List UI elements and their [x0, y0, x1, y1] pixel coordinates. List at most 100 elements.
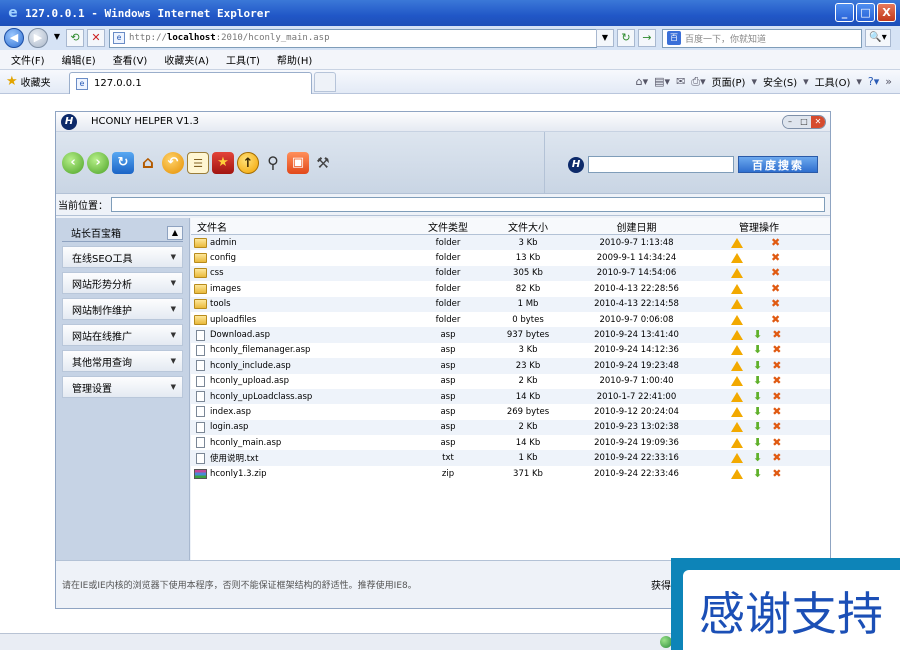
app-maximize-button[interactable]: □ — [797, 116, 811, 128]
file-name-cell[interactable]: uploadfiles — [191, 314, 419, 325]
rename-warning-icon[interactable] — [731, 376, 743, 387]
delete-icon[interactable]: ✖ — [772, 344, 781, 355]
file-name[interactable]: Download.asp — [210, 330, 270, 340]
delete-icon[interactable]: ✖ — [771, 314, 780, 325]
delete-icon[interactable]: ✖ — [772, 468, 781, 479]
go-button[interactable]: → — [638, 29, 656, 47]
rename-warning-icon[interactable] — [731, 453, 743, 464]
file-name[interactable]: css — [210, 268, 224, 278]
table-row[interactable]: admin folder 3 Kb 2010-9-7 1:13:48 ✖ — [191, 235, 830, 251]
refresh-page-icon[interactable]: ↻ — [617, 29, 635, 47]
table-row[interactable]: hconly_upLoadclass.asp asp 14 Kb 2010-1-7 2… — [191, 388, 830, 405]
app-close-button[interactable]: ✕ — [811, 116, 825, 128]
menu-help[interactable]: 帮助(H) — [277, 52, 312, 67]
rename-warning-icon[interactable] — [731, 253, 743, 264]
file-name-cell[interactable]: hconly_include.asp — [191, 360, 419, 372]
file-name[interactable]: hconly1.3.zip — [210, 469, 266, 479]
mail-icon[interactable]: ✉ — [676, 75, 685, 88]
table-row[interactable]: 使用说明.txt txt 1 Kb 2010-9-24 22:33:16 ⬇ ✖ — [191, 450, 830, 466]
header-date[interactable]: 创建日期 — [579, 219, 694, 234]
file-name[interactable]: config — [210, 253, 236, 263]
baidu-search-button[interactable]: 百度搜索 — [738, 156, 818, 173]
table-row[interactable]: tools folder 1 Mb 2010-4-13 22:14:58 ✖ — [191, 296, 830, 312]
file-name[interactable]: hconly_upload.asp — [210, 376, 289, 386]
safety-menu[interactable]: 安全(S) — [763, 74, 797, 89]
file-name-cell[interactable]: css — [191, 268, 419, 279]
file-name[interactable]: hconly_include.asp — [210, 361, 291, 371]
sidebar-item-site-analysis[interactable]: 网站形势分析 ▼ — [62, 272, 183, 294]
file-name[interactable]: hconly_filemanager.asp — [210, 345, 310, 355]
table-row[interactable]: uploadfiles folder 0 bytes 2010-9-7 0:06:08… — [191, 312, 830, 327]
header-size[interactable]: 文件大小 — [477, 219, 579, 234]
sidebar-item-site-promotion[interactable]: 网站在线推广 ▼ — [62, 324, 183, 346]
delete-icon[interactable]: ✖ — [772, 406, 781, 417]
sidebar-item-other-queries[interactable]: 其他常用查询 ▼ — [62, 350, 183, 372]
search-input[interactable]: 百 百度一下，你就知道 — [662, 28, 862, 48]
back-arrow-icon[interactable]: ‹ — [62, 152, 84, 174]
delete-icon[interactable]: ✖ — [771, 267, 780, 278]
delete-icon[interactable]: ✖ — [771, 298, 780, 309]
table-row[interactable]: index.asp asp 269 bytes 2010-9-12 20:24:04 ⬇… — [191, 404, 830, 419]
download-arrow-icon[interactable]: ⬇ — [753, 360, 762, 371]
location-input[interactable] — [111, 197, 825, 212]
table-row[interactable]: hconly1.3.zip zip 371 Kb 2010-9-24 22:33:46… — [191, 466, 830, 481]
table-row[interactable]: login.asp asp 2 Kb 2010-9-23 13:02:38 ⬇ ✖ — [191, 419, 830, 436]
print-icon[interactable]: ⎙▾ — [691, 75, 705, 89]
delete-icon[interactable]: ✖ — [771, 237, 780, 248]
file-name-cell[interactable]: hconly_filemanager.asp — [191, 344, 419, 356]
sidebar-item-seo-tools[interactable]: 在线SEO工具 ▼ — [62, 246, 183, 268]
home-icon[interactable]: ⌂▾ — [636, 75, 649, 88]
file-name-cell[interactable]: index.asp — [191, 406, 419, 418]
header-type[interactable]: 文件类型 — [419, 219, 477, 234]
forward-button[interactable]: ▶ — [28, 28, 48, 48]
menu-tools[interactable]: 工具(T) — [226, 52, 260, 67]
rename-warning-icon[interactable] — [731, 314, 743, 325]
file-name[interactable]: hconly_main.asp — [210, 438, 281, 448]
tools-icon[interactable]: ⚒ — [312, 152, 334, 174]
refresh-icon[interactable]: ↻ — [112, 152, 134, 174]
home-icon[interactable]: ⌂ — [137, 152, 159, 174]
table-row[interactable]: hconly_include.asp asp 23 Kb 2010-9-24 19:2… — [191, 358, 830, 374]
file-name-cell[interactable]: hconly_upLoadclass.asp — [191, 391, 419, 403]
header-name[interactable]: 文件名 — [191, 219, 419, 234]
magnifier-icon[interactable]: ⚲ — [262, 152, 284, 174]
help-icon[interactable]: ?▾ — [868, 75, 879, 88]
rename-warning-icon[interactable] — [731, 406, 743, 417]
download-arrow-icon[interactable]: ⬇ — [753, 391, 762, 402]
table-row[interactable]: config folder 13 Kb 2009-9-1 14:34:24 ✖ — [191, 250, 830, 265]
download-arrow-icon[interactable]: ⬇ — [753, 375, 762, 386]
table-row[interactable]: Download.asp asp 937 bytes 2010-9-24 13:41:… — [191, 327, 830, 343]
tools-menu[interactable]: 工具(O) — [815, 74, 851, 89]
page-menu[interactable]: 页面(P) — [712, 74, 746, 89]
upload-icon[interactable]: ↑ — [237, 152, 259, 174]
recent-pages-dropdown[interactable]: ▼ — [51, 29, 63, 47]
reply-icon[interactable]: ↶ — [162, 152, 184, 174]
menu-view[interactable]: 查看(V) — [113, 52, 148, 67]
compat-view-icon[interactable]: ▼ — [596, 29, 614, 47]
file-name[interactable]: hconly_upLoadclass.asp — [210, 392, 312, 402]
minimize-button[interactable]: _ — [835, 3, 854, 22]
delete-icon[interactable]: ✖ — [772, 329, 781, 340]
file-name-cell[interactable]: config — [191, 253, 419, 264]
rename-warning-icon[interactable] — [731, 422, 743, 433]
delete-icon[interactable]: ✖ — [772, 360, 781, 371]
delete-icon[interactable]: ✖ — [772, 452, 781, 463]
download-arrow-icon[interactable]: ⬇ — [753, 468, 762, 479]
file-name-cell[interactable]: login.asp — [191, 421, 419, 433]
file-name-cell[interactable]: tools — [191, 299, 419, 310]
search-button[interactable]: 🔍▾ — [865, 29, 891, 47]
rename-warning-icon[interactable] — [731, 360, 743, 371]
rename-warning-icon[interactable] — [731, 391, 743, 402]
gift-icon[interactable]: ▣ — [287, 152, 309, 174]
menu-edit[interactable]: 编辑(E) — [62, 52, 96, 67]
rename-warning-icon[interactable] — [731, 330, 743, 341]
rename-warning-icon[interactable] — [731, 283, 743, 294]
menu-file[interactable]: 文件(F) — [11, 52, 45, 67]
rename-warning-icon[interactable] — [731, 468, 743, 479]
delete-icon[interactable]: ✖ — [772, 391, 781, 402]
rename-warning-icon[interactable] — [731, 345, 743, 356]
table-row[interactable]: css folder 305 Kb 2010-9-7 14:54:06 ✖ — [191, 265, 830, 282]
clipboard-icon[interactable]: ☰ — [187, 152, 209, 174]
delete-icon[interactable]: ✖ — [771, 252, 780, 263]
file-name-cell[interactable]: hconly1.3.zip — [191, 468, 419, 479]
